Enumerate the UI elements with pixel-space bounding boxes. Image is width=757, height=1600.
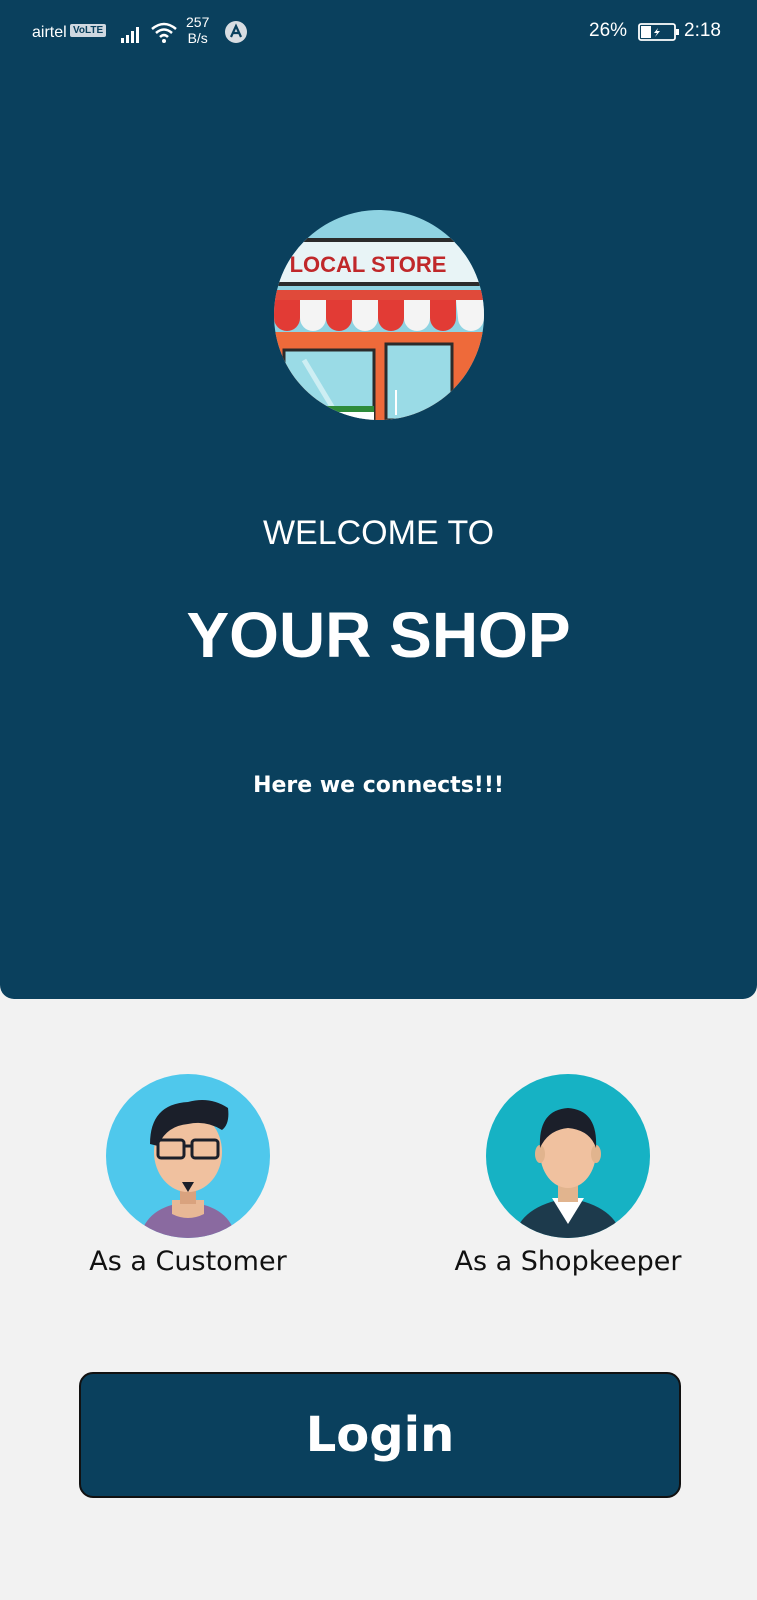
clock: 2:18: [684, 20, 721, 41]
customer-label[interactable]: As a Customer: [70, 1246, 306, 1277]
shop-title: YOUR SHOP: [186, 599, 571, 671]
store-logo: LOCAL STORE: [274, 210, 484, 420]
shopkeeper-avatar-icon: [486, 1074, 650, 1238]
store-illustration: LOCAL STORE: [274, 210, 484, 420]
customer-avatar-icon: [106, 1074, 270, 1238]
status-bar: airtel VoLTE 257 B/s 26% 2:18: [0, 0, 757, 66]
wifi-icon: [151, 22, 177, 43]
network-speed: 257 B/s: [186, 14, 209, 46]
network-speed-value: 257: [186, 14, 210, 30]
customer-avatar[interactable]: [106, 1074, 270, 1238]
network-speed-unit: B/s: [187, 30, 208, 46]
customer-option[interactable]: As a Customer: [70, 1074, 306, 1277]
hero-panel: airtel VoLTE 257 B/s 26% 2:18 LOCAL STOR…: [0, 0, 757, 999]
battery-icon: [638, 23, 679, 41]
volte-badge: VoLTE: [70, 24, 107, 37]
carrier-name: airtel: [32, 24, 67, 41]
shopkeeper-avatar[interactable]: [486, 1074, 650, 1238]
app-notification-icon: [225, 21, 247, 43]
shopkeeper-option[interactable]: As a Shopkeeper: [450, 1074, 686, 1277]
tagline: Here we connects!!!: [253, 773, 504, 798]
logo-text: LOCAL STORE: [290, 252, 447, 277]
signal-icon: [121, 27, 139, 43]
shopkeeper-label[interactable]: As a Shopkeeper: [450, 1246, 686, 1277]
battery-percent: 26%: [589, 20, 628, 41]
login-button[interactable]: Login: [79, 1372, 681, 1498]
welcome-text: WELCOME TO: [262, 514, 495, 552]
